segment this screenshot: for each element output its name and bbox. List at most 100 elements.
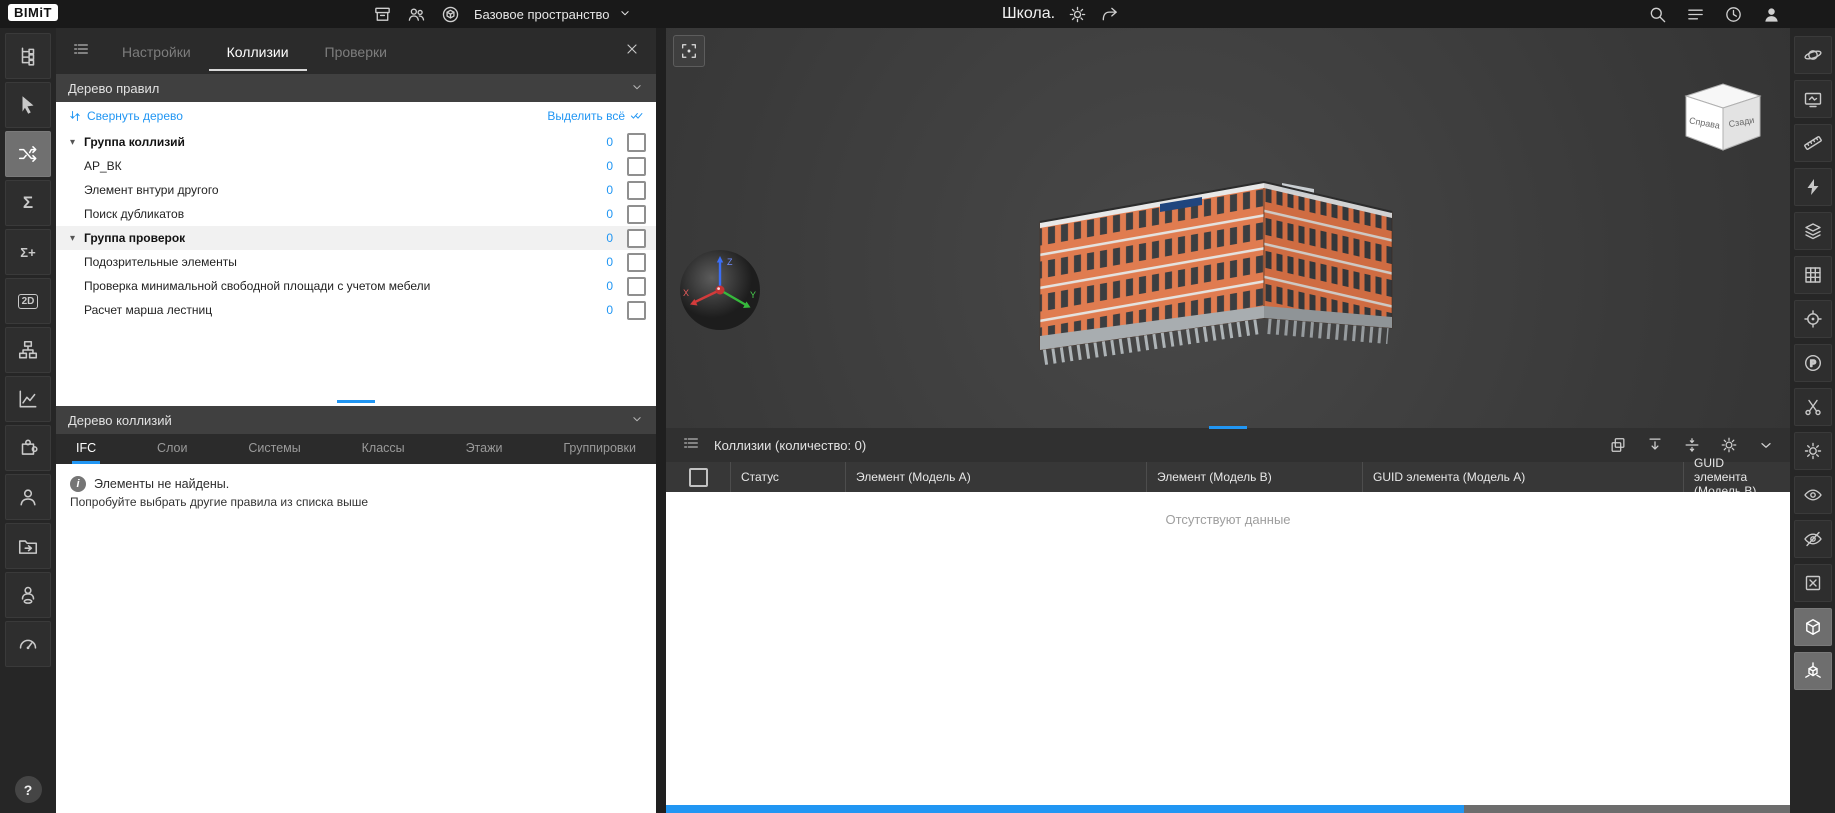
rules-tree-header[interactable]: Дерево правил — [56, 74, 656, 102]
search-icon[interactable] — [1647, 4, 1667, 24]
rule-checkbox[interactable] — [627, 277, 646, 296]
rule-group-row[interactable]: ▾ Группа коллизий 0 — [56, 130, 656, 154]
cube-circle-icon[interactable] — [440, 4, 460, 24]
close-icon[interactable] — [608, 41, 656, 62]
rule-checkbox[interactable] — [627, 157, 646, 176]
rule-row[interactable]: Поиск дубликатов 0 — [56, 202, 656, 226]
axis-gizmo[interactable]: Z Y X — [678, 248, 762, 332]
select-all-button[interactable]: Выделить всё — [547, 109, 644, 123]
rule-row[interactable]: Подозрительные элементы 0 — [56, 250, 656, 274]
structure-icon[interactable] — [5, 327, 51, 373]
rule-label: Расчет марша лестниц — [84, 303, 212, 317]
archive-box-icon[interactable] — [372, 4, 392, 24]
focus-target-icon[interactable] — [1794, 300, 1832, 338]
subtab-systems[interactable]: Системы — [244, 434, 304, 464]
sum-icon[interactable]: Σ — [5, 180, 51, 226]
subtab-layers[interactable]: Слои — [153, 434, 191, 464]
rule-checkbox[interactable] — [627, 133, 646, 152]
screen-view-icon[interactable] — [1794, 80, 1832, 118]
align-center-icon[interactable] — [1682, 435, 1702, 455]
horizontal-scrollbar[interactable] — [666, 805, 1790, 813]
view-cube[interactable]: Справа Сзади — [1678, 76, 1768, 156]
chevron-down-icon[interactable]: ▾ — [70, 137, 84, 148]
gear-icon[interactable] — [1719, 435, 1739, 455]
share-icon[interactable] — [1099, 4, 1119, 24]
sum-plus-icon[interactable]: Σ+ — [5, 229, 51, 275]
column-status[interactable]: Статус — [730, 462, 845, 492]
rule-count: 0 — [606, 231, 613, 245]
tab-settings[interactable]: Настройки — [104, 31, 209, 71]
tab-checks[interactable]: Проверки — [307, 31, 405, 71]
select-all-checkbox[interactable] — [689, 468, 708, 487]
orbit-icon[interactable] — [1794, 36, 1832, 74]
cube-icon[interactable] — [1794, 608, 1832, 646]
subtab-floors[interactable]: Этажи — [462, 434, 507, 464]
rule-label: Проверка минимальной свободной площади с… — [84, 279, 430, 293]
lightning-icon[interactable] — [1794, 168, 1832, 206]
collisions-tool-icon[interactable] — [5, 131, 51, 177]
layers-section-icon[interactable] — [1794, 212, 1832, 250]
scrollbar-thumb[interactable] — [666, 805, 1464, 813]
2d-view-icon[interactable]: 2D — [5, 278, 51, 324]
rule-count: 0 — [606, 159, 613, 173]
empty-state-title: Элементы не найдены. — [94, 477, 229, 491]
workspace-selector[interactable]: Базовое пространство — [474, 6, 632, 23]
panel-menu-icon[interactable] — [56, 40, 104, 63]
scissors-cut-icon[interactable] — [1794, 388, 1832, 426]
rule-checkbox[interactable] — [627, 205, 646, 224]
column-guid-a[interactable]: GUID элемента (Модель А) — [1362, 462, 1683, 492]
column-element-b[interactable]: Элемент (Модель B) — [1146, 462, 1362, 492]
axis-x-label: X — [683, 288, 689, 298]
eye-off-icon[interactable] — [1794, 520, 1832, 558]
shared-folder-icon[interactable] — [5, 523, 51, 569]
rule-checkbox[interactable] — [627, 181, 646, 200]
settings-gear-icon[interactable] — [1794, 432, 1832, 470]
rule-checkbox[interactable] — [627, 301, 646, 320]
close-square-icon[interactable] — [1794, 564, 1832, 602]
cube-axes-icon[interactable] — [1794, 652, 1832, 690]
rule-row[interactable]: Расчет марша лестниц 0 — [56, 298, 656, 322]
collapse-panel-chevron-icon[interactable] — [1756, 435, 1776, 455]
user-icon[interactable] — [5, 474, 51, 520]
list-menu-icon[interactable] — [1685, 4, 1705, 24]
chart-icon[interactable] — [5, 376, 51, 422]
parking-icon[interactable]: P — [1794, 344, 1832, 382]
download-icon[interactable] — [1645, 435, 1665, 455]
subtab-ifc[interactable]: IFC — [72, 434, 100, 464]
rule-row[interactable]: АР_ВК 0 — [56, 154, 656, 178]
eye-icon[interactable] — [1794, 476, 1832, 514]
collision-tree-tabs: IFC Слои Системы Классы Этажи Группировк… — [56, 434, 656, 464]
rule-checkbox[interactable] — [627, 253, 646, 272]
rule-row[interactable]: Проверка минимальной свободной площади с… — [56, 274, 656, 298]
panel-resize-handle[interactable] — [337, 400, 375, 403]
rule-row[interactable]: Элемент внтури другого 0 — [56, 178, 656, 202]
subtab-groupings[interactable]: Группировки — [559, 434, 640, 464]
plugins-puzzle-icon[interactable] — [5, 425, 51, 471]
tab-collisions[interactable]: Коллизии — [209, 31, 307, 71]
select-cursor-icon[interactable] — [5, 82, 51, 128]
collapse-tree-button[interactable]: Свернуть дерево — [68, 109, 183, 123]
copy-compare-icon[interactable] — [1608, 435, 1628, 455]
history-clock-icon[interactable] — [1723, 4, 1743, 24]
help-button[interactable]: ? — [15, 776, 42, 803]
ruler-icon[interactable] — [1794, 124, 1832, 162]
collision-tree-header[interactable]: Дерево коллизий — [56, 406, 656, 434]
model-tree-icon[interactable] — [5, 33, 51, 79]
user-location-icon[interactable] — [5, 572, 51, 618]
gear-icon[interactable] — [1067, 4, 1087, 24]
subtab-classes[interactable]: Классы — [358, 434, 409, 464]
user-avatar-icon[interactable] — [1761, 4, 1781, 24]
chevron-down-icon[interactable]: ▾ — [70, 233, 84, 244]
column-guid-b[interactable]: GUID элемента (Модель B) — [1683, 462, 1790, 492]
dashboard-gauge-icon[interactable] — [5, 621, 51, 667]
users-icon[interactable] — [406, 4, 426, 24]
viewport-3d[interactable]: Справа Сзади Z Y X — [666, 28, 1790, 813]
rule-group-row[interactable]: ▾ Группа проверок 0 — [56, 226, 656, 250]
column-element-a[interactable]: Элемент (Модель А) — [845, 462, 1146, 492]
grid-plane-icon[interactable] — [1794, 256, 1832, 294]
bottom-panel-resize-handle[interactable] — [1209, 426, 1247, 429]
table-menu-icon[interactable] — [666, 434, 714, 457]
rule-checkbox[interactable] — [627, 229, 646, 248]
panel-divider[interactable] — [656, 28, 666, 813]
fit-view-button[interactable] — [673, 35, 705, 67]
